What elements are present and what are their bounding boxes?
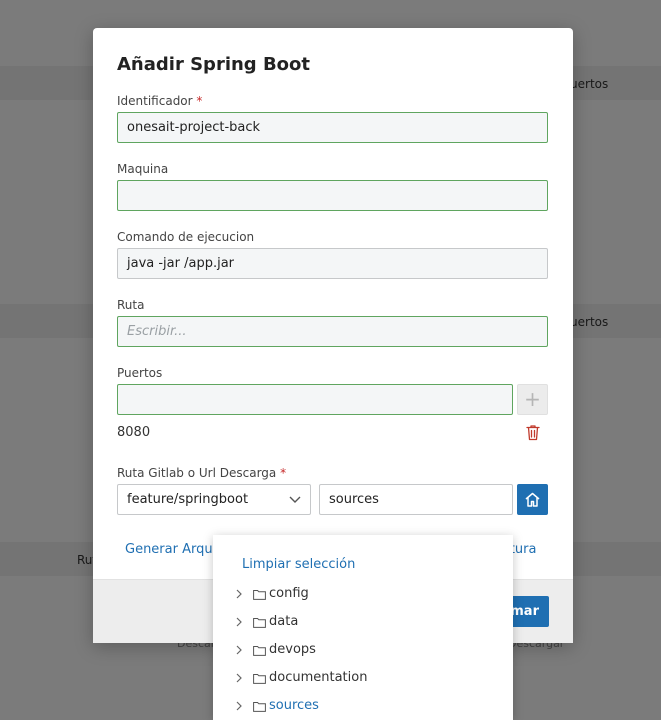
ruta-placeholder: Escribir... [127, 324, 187, 339]
clear-selection-link[interactable]: Limpiar selección [242, 557, 355, 572]
path-input[interactable]: sources [319, 484, 513, 515]
required-marker: * [196, 94, 203, 108]
tree-item-data[interactable]: data [213, 612, 513, 634]
comando-label: Comando de ejecucion [117, 230, 255, 244]
port-item: 8080 [117, 425, 151, 440]
puertos-input[interactable] [117, 384, 513, 415]
identificador-input[interactable]: onesait-project-back [117, 112, 548, 143]
maquina-input[interactable] [117, 180, 548, 211]
tree-item-label: config [269, 586, 309, 601]
comando-value: java -jar /app.jar [127, 256, 235, 271]
chevron-right-icon[interactable] [235, 701, 243, 711]
tree-item-documentation[interactable]: documentation [213, 668, 513, 690]
home-button[interactable] [517, 484, 548, 515]
identificador-label: Identificador * [117, 94, 202, 108]
tree-item-label: devops [269, 642, 316, 657]
tree-item-devops[interactable]: devops [213, 640, 513, 662]
chevron-down-icon [289, 496, 301, 503]
puertos-label: Puertos [117, 366, 163, 380]
ruta-input[interactable]: Escribir... [117, 316, 548, 347]
folder-tree-dropdown: Limpiar selección config data devops doc… [213, 535, 513, 720]
branch-value: feature/springboot [127, 492, 249, 507]
required-marker: * [280, 466, 287, 480]
ruta-label: Ruta [117, 298, 145, 312]
identificador-label-text: Identificador [117, 94, 193, 108]
chevron-right-icon[interactable] [235, 589, 243, 599]
path-value: sources [329, 492, 379, 507]
modal-title: Añadir Spring Boot [117, 54, 311, 75]
branch-select[interactable]: feature/springboot [117, 484, 311, 515]
tree-item-label: data [269, 614, 299, 629]
tree-item-label: sources [269, 698, 319, 713]
identificador-value: onesait-project-back [127, 120, 261, 135]
plus-icon: + [524, 387, 541, 411]
home-icon [525, 492, 540, 507]
chevron-right-icon[interactable] [235, 645, 243, 655]
folder-icon [253, 590, 266, 600]
chevron-right-icon[interactable] [235, 673, 243, 683]
gitlab-label: Ruta Gitlab o Url Descarga * [117, 466, 286, 480]
tree-item-label: documentation [269, 670, 368, 685]
folder-icon [253, 702, 266, 712]
comando-input[interactable]: java -jar /app.jar [117, 248, 548, 279]
folder-icon [253, 646, 266, 656]
chevron-right-icon[interactable] [235, 617, 243, 627]
trash-icon[interactable] [525, 424, 541, 441]
tree-item-config[interactable]: config [213, 584, 513, 606]
folder-icon [253, 674, 266, 684]
folder-icon [253, 618, 266, 628]
maquina-label: Maquina [117, 162, 169, 176]
add-port-button[interactable]: + [517, 384, 548, 415]
gitlab-label-text: Ruta Gitlab o Url Descarga [117, 466, 277, 480]
tree-item-sources[interactable]: sources [213, 696, 513, 718]
